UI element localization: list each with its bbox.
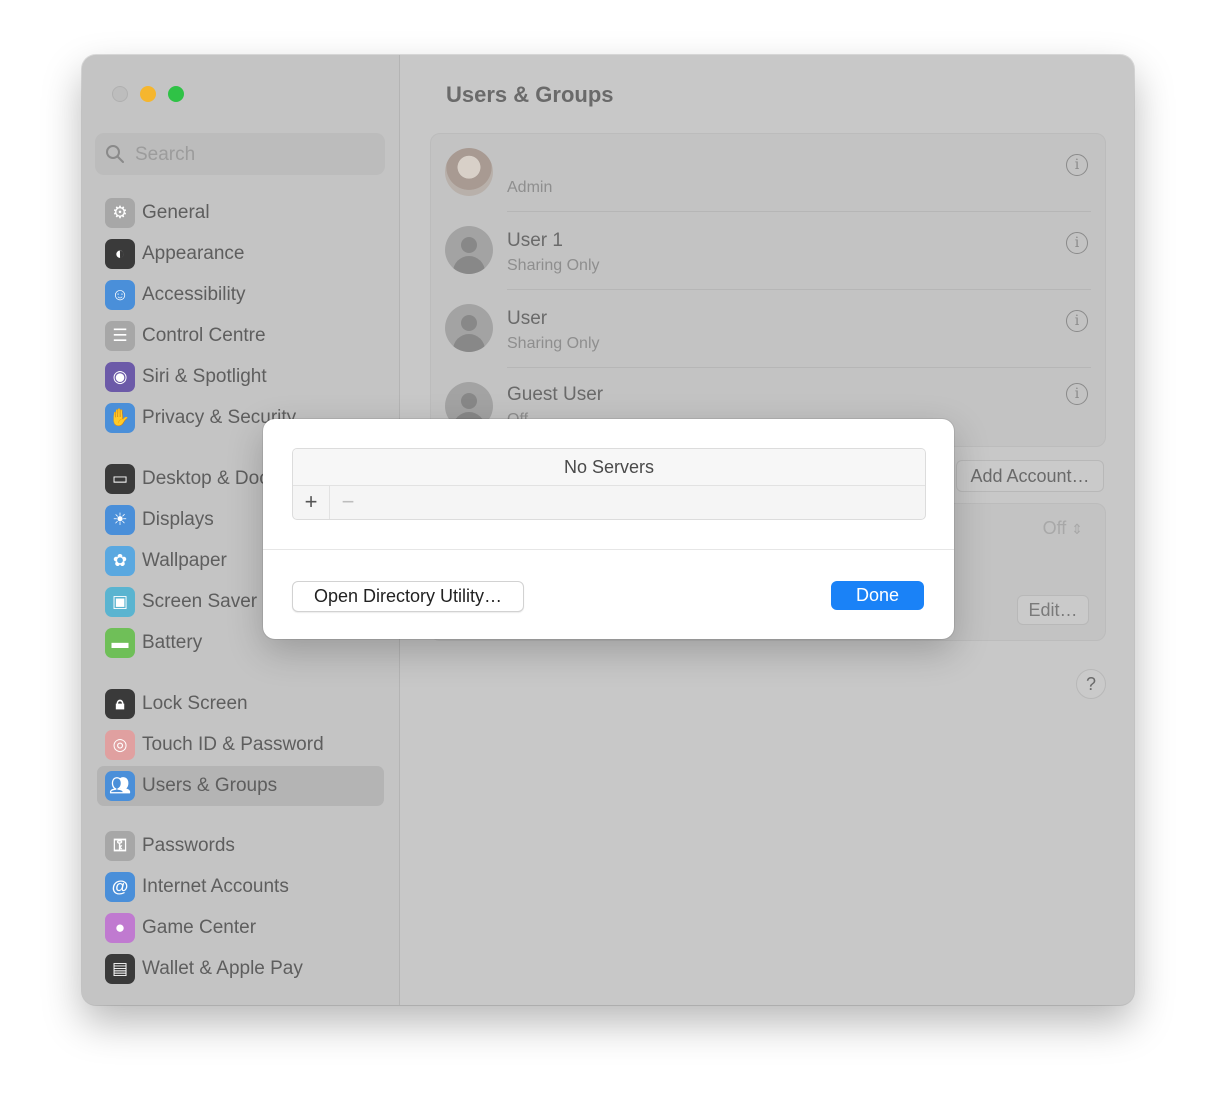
sidebar-item-touch-id-password[interactable]: ◎ Touch ID & Password: [97, 725, 384, 765]
automatic-login-select[interactable]: Off ⇕: [1043, 518, 1083, 539]
sidebar-item-label: Touch ID & Password: [142, 734, 324, 755]
key-icon: ⚿: [105, 831, 135, 861]
sidebar-item-label: Battery: [142, 632, 203, 653]
screen-saver-icon: ▣: [105, 587, 135, 617]
sidebar-item-label: General: [142, 202, 210, 223]
sidebar-item-label: Accessibility: [142, 284, 246, 305]
user-name: Guest User: [507, 384, 604, 405]
sidebar-item-label: Wallpaper: [142, 550, 227, 571]
sidebar-item-control-centre[interactable]: ☰ Control Centre: [97, 316, 384, 356]
dock-icon: ▭: [105, 464, 135, 494]
avatar: [445, 304, 493, 352]
search-field[interactable]: Search: [95, 133, 385, 175]
traffic-lights: [112, 86, 184, 102]
add-server-button[interactable]: +: [293, 485, 330, 519]
sidebar-item-general[interactable]: ⚙ General: [97, 193, 384, 233]
user-role: Admin: [507, 179, 553, 196]
info-icon[interactable]: i: [1066, 383, 1088, 405]
sidebar-item-accessibility[interactable]: ☺ Accessibility: [97, 275, 384, 315]
minimize-window-button[interactable]: [140, 86, 156, 102]
user-row-user[interactable]: User Sharing Only i: [431, 290, 1105, 368]
gear-icon: ⚙: [105, 198, 135, 228]
sidebar-item-appearance[interactable]: ◐ Appearance: [97, 234, 384, 274]
remove-server-button[interactable]: −: [330, 485, 366, 519]
search-placeholder: Search: [135, 144, 196, 165]
battery-icon: ▬: [105, 628, 135, 658]
siri-icon: ◉: [105, 362, 135, 392]
info-icon[interactable]: i: [1066, 232, 1088, 254]
game-center-icon: ●: [105, 913, 135, 943]
sidebar-item-label: Screen Saver: [142, 591, 258, 612]
user-row-user-1[interactable]: User 1 Sharing Only i: [431, 212, 1105, 290]
sidebar-item-lock-screen[interactable]: 🔒︎ Lock Screen: [97, 684, 384, 724]
flower-icon: ✿: [105, 546, 135, 576]
sidebar-item-passwords[interactable]: ⚿ Passwords: [97, 826, 384, 866]
server-list: No Servers + −: [292, 448, 926, 520]
network-account-server-dialog: No Servers + − Open Directory Utility… D…: [263, 419, 954, 639]
chevron-updown-icon: ⇕: [1071, 521, 1083, 537]
user-role: Sharing Only: [507, 335, 600, 352]
search-icon: [105, 144, 125, 169]
sun-icon: ☀: [105, 505, 135, 535]
sidebar-item-label: Passwords: [142, 835, 235, 856]
user-row-admin[interactable]: Admin i: [431, 134, 1105, 212]
control-centre-icon: ☰: [105, 321, 135, 351]
user-role: Sharing Only: [507, 257, 600, 274]
hand-icon: ✋: [105, 403, 135, 433]
accessibility-icon: ☺: [105, 280, 135, 310]
sidebar-item-users-groups[interactable]: 👥︎ Users & Groups: [97, 766, 384, 806]
done-button[interactable]: Done: [831, 581, 924, 610]
sidebar-item-label: Game Center: [142, 917, 257, 938]
sidebar-item-label: Appearance: [142, 243, 245, 264]
lock-icon: 🔒︎: [105, 689, 135, 719]
sidebar-item-label: Wallet & Apple Pay: [142, 958, 303, 979]
avatar: [445, 226, 493, 274]
sidebar-item-label: Displays: [142, 509, 214, 530]
close-window-button[interactable]: [112, 86, 128, 102]
sidebar-item-label: Users & Groups: [142, 775, 278, 796]
edit-button[interactable]: Edit…: [1017, 595, 1089, 625]
sidebar-item-label: Internet Accounts: [142, 876, 289, 897]
user-name: User: [507, 308, 548, 329]
avatar: [445, 148, 493, 196]
wallet-icon: ▤: [105, 954, 135, 984]
sidebar-item-label: Control Centre: [142, 325, 266, 346]
info-icon[interactable]: i: [1066, 154, 1088, 176]
info-icon[interactable]: i: [1066, 310, 1088, 332]
sidebar-item-label: Desktop & Dock: [142, 468, 279, 489]
sidebar-item-game-center[interactable]: ● Game Center: [97, 908, 384, 948]
sidebar-item-label: Lock Screen: [142, 693, 248, 714]
select-value: Off: [1042, 518, 1067, 538]
sidebar-item-wallet-apple-pay[interactable]: ▤ Wallet & Apple Pay: [97, 949, 384, 989]
open-directory-utility-button[interactable]: Open Directory Utility…: [292, 581, 524, 612]
server-list-empty-label: No Servers: [293, 449, 925, 486]
users-list: Admin i User 1 Sharing Only i User Shari…: [430, 133, 1106, 447]
appearance-icon: ◐: [105, 239, 135, 269]
dialog-divider: [263, 549, 954, 550]
zoom-window-button[interactable]: [168, 86, 184, 102]
add-account-button[interactable]: Add Account…: [956, 460, 1104, 492]
fingerprint-icon: ◎: [105, 730, 135, 760]
help-button[interactable]: ?: [1076, 669, 1106, 699]
sidebar-item-siri-spotlight[interactable]: ◉ Siri & Spotlight: [97, 357, 384, 397]
page-title: Users & Groups: [446, 82, 614, 107]
users-icon: 👥︎: [105, 771, 135, 801]
user-name: User 1: [507, 230, 563, 251]
sidebar-item-label: Siri & Spotlight: [142, 366, 267, 387]
at-icon: @: [105, 872, 135, 902]
sidebar-item-internet-accounts[interactable]: @ Internet Accounts: [97, 867, 384, 907]
